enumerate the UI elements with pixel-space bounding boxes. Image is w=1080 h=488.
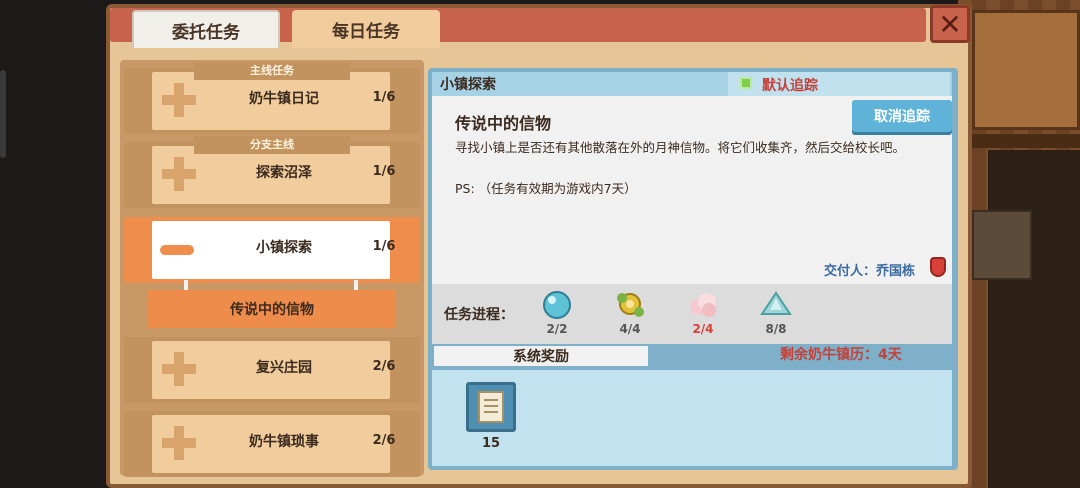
quest-name: 奶牛镇琐事 [249, 434, 319, 450]
golden-flower-icon [617, 293, 644, 317]
pink-cloud-icon [690, 293, 716, 317]
quest-name: 小镇探索 [256, 240, 312, 256]
game-background [958, 0, 1080, 488]
quest-item-main[interactable]: 主线任务 奶牛镇日记 1/6 [124, 62, 420, 134]
quest-name: 奶牛镇日记 [249, 91, 319, 107]
tab-commission[interactable]: 委托任务 [132, 10, 280, 48]
blue-crystal-icon [760, 291, 792, 315]
quest-description: 寻找小镇上是否还有其他散落在外的月神信物。将它们收集齐，然后交给校长吧。 [455, 140, 906, 155]
quest-tag: 主线任务 [194, 62, 350, 80]
detail-title: 小镇探索 [440, 77, 496, 93]
plus-icon [162, 83, 196, 117]
quest-item-branch[interactable]: 分支主线 探索沼泽 1/6 [124, 136, 420, 208]
track-status-icon [740, 77, 752, 89]
minus-icon [160, 245, 194, 255]
quest-item-revival[interactable]: 复兴庄园 2/6 [124, 337, 420, 403]
progress-count: 8/8 [765, 322, 787, 336]
quest-name: 复兴庄园 [256, 360, 312, 376]
room-shadow [988, 150, 1080, 488]
quest-giver: 交付人：乔国栋 [824, 264, 916, 279]
ps-note: PS: （任务有效期为游戏内7天） [455, 181, 637, 196]
quest-count: 2/6 [372, 359, 396, 374]
wooden-beam [958, 134, 1080, 148]
blue-orb-icon [543, 291, 571, 319]
reward-count: 15 [481, 436, 501, 451]
bookshelf [972, 10, 1080, 130]
cancel-tracking-button[interactable]: 取消追踪 [852, 100, 952, 132]
subtask-item[interactable]: 传说中的信物 [148, 290, 396, 328]
plus-icon [162, 352, 196, 386]
close-button[interactable]: ✕ [930, 5, 970, 43]
item-title: 传说中的信物 [455, 114, 552, 133]
track-label: 默认追踪 [762, 78, 818, 94]
side-handle [0, 70, 6, 158]
progress-count: 4/4 [619, 322, 641, 336]
quest-count: 2/6 [372, 433, 396, 448]
quest-count: 1/6 [372, 90, 396, 105]
tab-daily[interactable]: 每日任务 [292, 10, 440, 48]
plus-icon [162, 426, 196, 460]
document-icon [478, 391, 504, 423]
quest-tag: 分支主线 [194, 136, 350, 154]
quest-count: 1/6 [372, 164, 396, 179]
progress-count: 2/4 [692, 322, 714, 336]
quest-name: 探索沼泽 [256, 165, 312, 181]
progress-count: 2/2 [546, 322, 568, 336]
connector [184, 280, 188, 290]
connector [354, 280, 358, 290]
days-remaining: 剩余奶牛镇历：4天 [780, 347, 902, 363]
reward-item[interactable] [466, 382, 516, 432]
quest-count: 1/6 [372, 239, 396, 254]
plus-icon [162, 157, 196, 191]
tab-system-reward[interactable]: 系统奖励 [432, 344, 650, 368]
quest-item-chores[interactable]: 奶牛镇琐事 2/6 [124, 411, 420, 477]
quest-item-town-explore[interactable]: 小镇探索 1/6 [124, 217, 420, 283]
furniture [972, 210, 1032, 280]
close-icon: ✕ [938, 7, 962, 41]
progress-label: 任务进程： [444, 307, 514, 323]
map-pin-icon[interactable] [930, 257, 946, 277]
